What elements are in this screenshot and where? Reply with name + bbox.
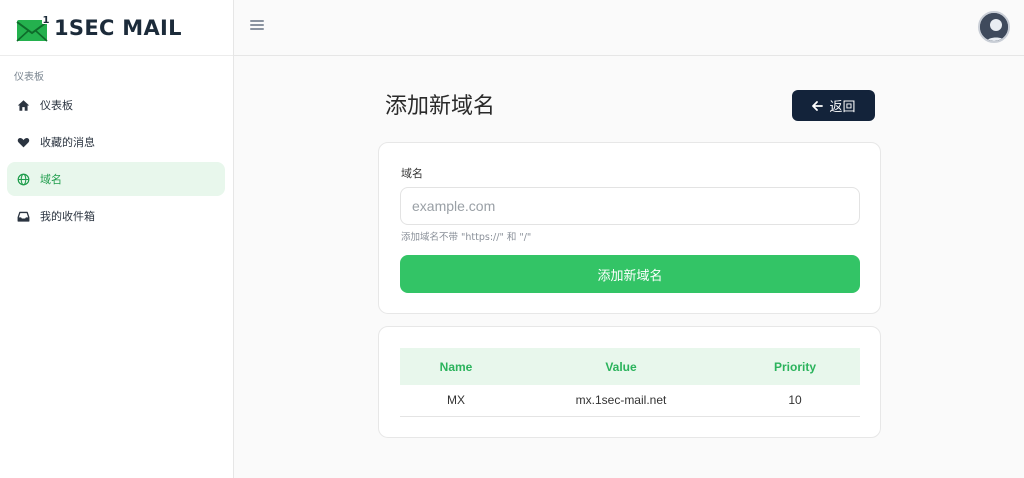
home-icon <box>16 98 30 112</box>
back-button[interactable]: 返回 <box>792 90 875 121</box>
cell-name: MX <box>400 385 512 417</box>
dns-records-table: Name Value Priority MX mx.1sec-mail.net … <box>400 348 860 417</box>
add-domain-card: 域名 添加域名不带 "https://" 和 "/" 添加新域名 <box>378 142 881 314</box>
domain-field-label: 域名 <box>401 167 423 180</box>
heart-icon <box>16 135 30 149</box>
page-title: 添加新域名 <box>385 94 496 119</box>
back-button-label: 返回 <box>829 100 856 115</box>
svg-text:1: 1 <box>43 15 50 26</box>
sidebar-item-label: 我的收件箱 <box>40 210 95 223</box>
sidebar-item-label: 仪表板 <box>40 99 73 112</box>
cell-priority: 10 <box>730 385 860 417</box>
add-domain-button[interactable]: 添加新域名 <box>400 255 860 293</box>
table-row: MX mx.1sec-mail.net 10 <box>400 385 860 417</box>
brand-name: 1SEC MAIL <box>54 15 182 40</box>
dns-records-card: Name Value Priority MX mx.1sec-mail.net … <box>378 326 881 438</box>
sidebar-item-dashboard[interactable]: 仪表板 <box>7 88 225 122</box>
domain-input[interactable] <box>400 187 860 225</box>
cell-value: mx.1sec-mail.net <box>512 385 730 417</box>
globe-icon <box>16 172 30 186</box>
inbox-icon <box>16 209 30 223</box>
arrow-left-icon <box>812 100 824 111</box>
column-header-name: Name <box>400 348 512 385</box>
column-header-priority: Priority <box>730 348 860 385</box>
menu-toggle-icon[interactable] <box>250 18 264 32</box>
sidebar-item-domains[interactable]: 域名 <box>7 162 225 196</box>
sidebar: 1 1SEC MAIL 仪表板 仪表板 收藏的消息 域名 我的收件箱 <box>0 0 234 478</box>
table-header-row: Name Value Priority <box>400 348 860 385</box>
brand-logo[interactable]: 1 1SEC MAIL <box>0 0 233 56</box>
sidebar-section-label: 仪表板 <box>14 72 44 83</box>
user-avatar[interactable] <box>978 11 1010 43</box>
sidebar-item-favorites[interactable]: 收藏的消息 <box>7 125 225 159</box>
sidebar-item-label: 域名 <box>40 173 62 186</box>
domain-help-text: 添加域名不带 "https://" 和 "/" <box>401 232 532 243</box>
envelope-logo-icon: 1 <box>16 13 50 42</box>
sidebar-item-label: 收藏的消息 <box>40 136 95 149</box>
sidebar-item-inbox[interactable]: 我的收件箱 <box>7 199 225 233</box>
top-header <box>234 0 1024 56</box>
column-header-value: Value <box>512 348 730 385</box>
